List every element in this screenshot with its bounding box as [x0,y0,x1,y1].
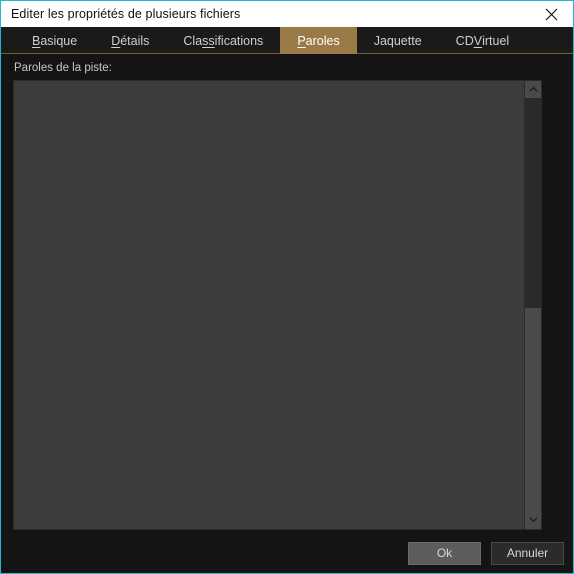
tab-classifications-post: ifications [214,33,264,48]
tab-classifications-pre: Cla [183,33,203,48]
tab-paroles-accel: P [297,33,306,48]
lyrics-field-label: Paroles de la piste: [14,62,112,74]
close-button[interactable] [529,1,573,27]
tab-classifications[interactable]: Cla ss ifications [166,27,280,54]
tab-jaquette[interactable]: Jaquette [357,27,439,54]
chevron-down-icon [528,516,539,524]
scrollbar-up-button[interactable] [525,80,541,98]
lyrics-editor [13,79,542,530]
tab-details[interactable]: Détails [94,27,166,54]
lyrics-input[interactable] [14,80,524,529]
scrollbar-thumb[interactable] [525,97,541,308]
tab-cd-virtuel-accel: V [473,33,483,48]
tab-basique-post: asique [40,33,78,48]
tab-cd-virtuel-pre: CD [455,33,474,48]
close-icon [545,8,558,21]
tab-cd-virtuel[interactable]: CD Virtuel [439,27,527,54]
chevron-up-icon [528,85,539,93]
tab-classifications-accel: ss [202,33,215,48]
title-bar: Editer les propriétés de plusieurs fichi… [1,0,573,27]
window-title: Editer les propriétés de plusieurs fichi… [11,6,241,21]
scrollbar-track[interactable] [525,97,541,512]
tab-paroles[interactable]: Paroles [280,27,357,54]
tab-panel-paroles: Paroles de la piste: [1,54,573,558]
tab-bar: Basique Détails Cla ss ifications Paroles … [1,27,573,54]
tab-details-accel: D [111,33,121,48]
tab-basique[interactable]: Basique [15,27,94,54]
ok-button[interactable]: Ok [408,541,481,565]
tab-cd-virtuel-post: irtuel [482,33,510,48]
properties-dialog-window: Editer les propriétés de plusieurs fichi… [0,0,574,574]
tab-details-post: étails [120,33,150,48]
cancel-button[interactable]: Annuler [491,541,564,565]
tab-paroles-post: aroles [305,33,340,48]
dialog-footer: Ok Annuler [1,533,573,573]
tab-jaquette-pre: Jaquette [373,33,422,48]
scrollbar-down-button[interactable] [525,511,541,529]
lyrics-scrollbar[interactable] [524,80,541,529]
tab-basique-accel: B [32,33,41,48]
